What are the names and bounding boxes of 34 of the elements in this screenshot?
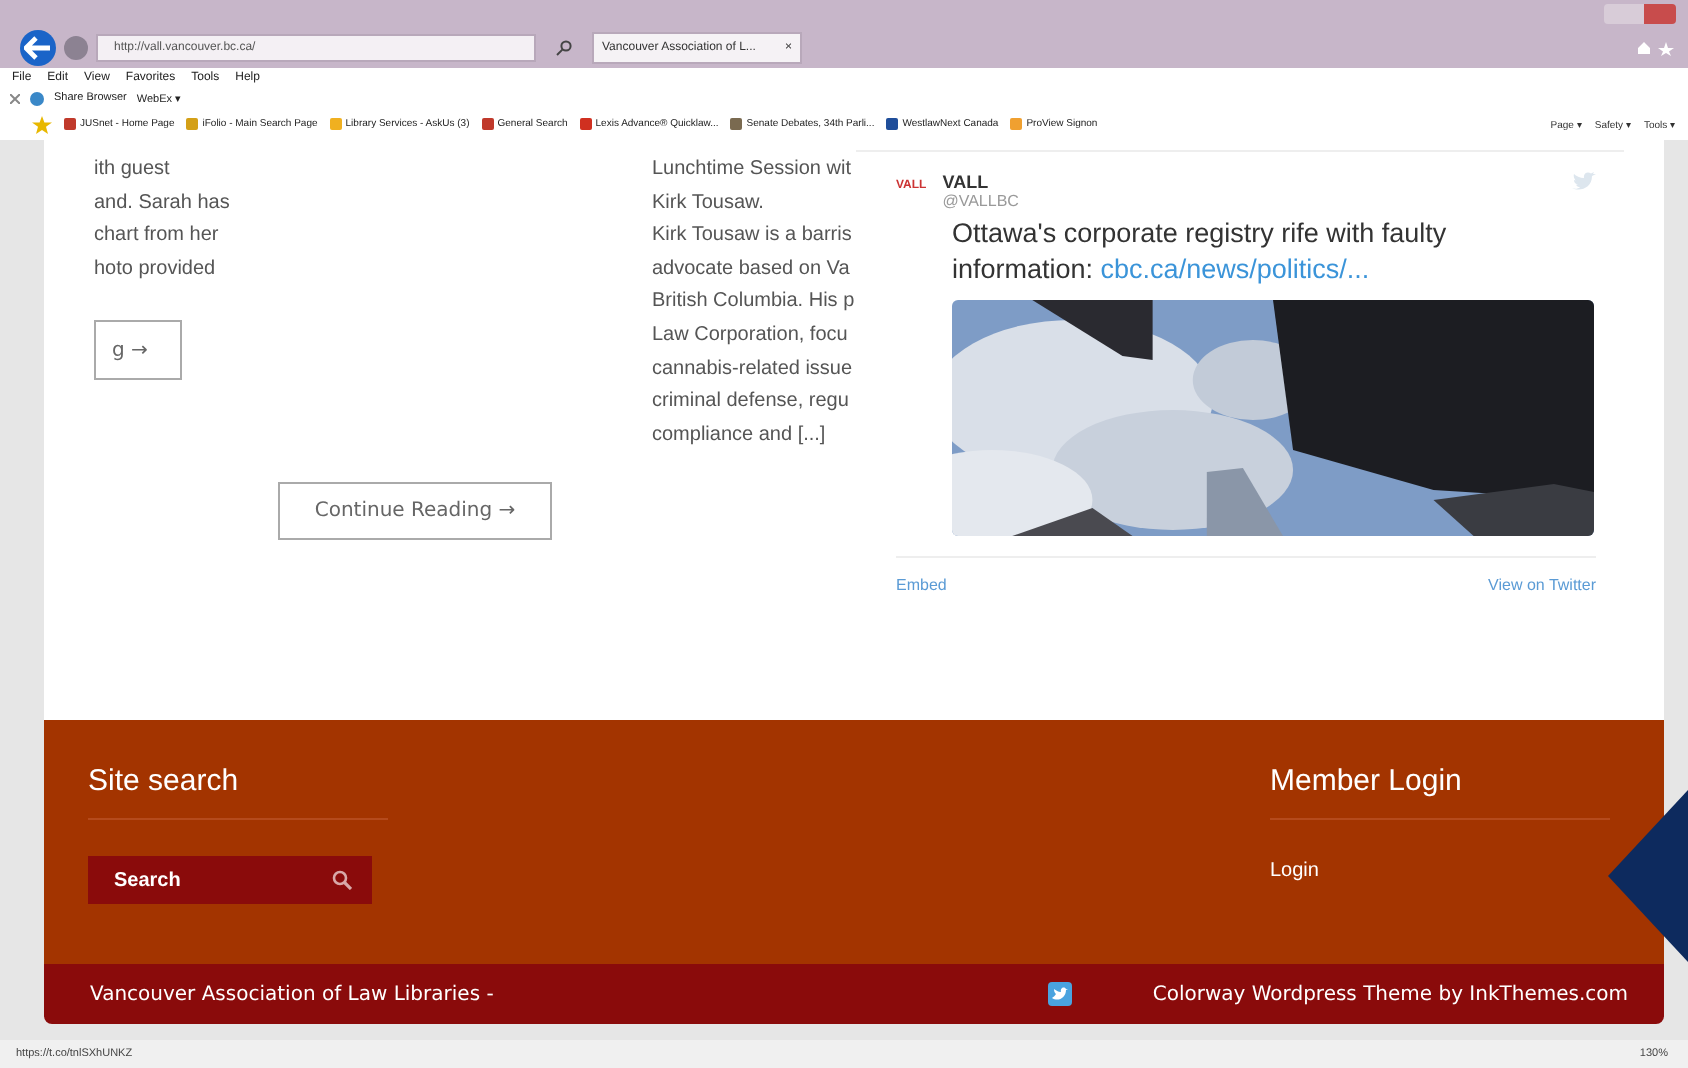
continue-reading-button[interactable]: Continue Reading → [278,482,552,541]
post-text: ith guest [94,156,172,184]
back-button[interactable] [20,30,56,66]
read-more-button[interactable]: g → [94,320,182,381]
post-text: British Columbia. His p [652,288,856,317]
forward-button[interactable] [64,36,88,60]
widget-title: Member Login [1270,720,1610,820]
account-name: VALL [942,172,991,192]
share-icon [30,91,44,105]
post-text: criminal defense, regu [652,388,851,417]
post-text: chart from her [94,222,221,251]
post-text: cannabis-related issue [652,355,855,384]
post-text: advocate based on Va [652,255,852,284]
theme-credit: Colorway Wordpress Theme by InkThemes.com [1152,983,1628,1005]
search-field[interactable]: Search [88,856,372,904]
post-text: Law Corporation, focu [652,321,850,350]
post-text: compliance and [...] [652,421,828,450]
star-icon[interactable] [32,115,52,133]
footer-credit: Vancouver Association of Law Libraries - [90,983,494,1005]
triangle-icon[interactable] [1608,790,1688,962]
close-icon[interactable] [10,93,20,103]
twitter-icon[interactable] [1048,982,1073,1006]
widget-title: Site search [88,720,388,820]
window-controls[interactable] [1604,4,1676,24]
post-text: hoto provided [94,255,218,284]
back-arrow-icon [24,36,52,60]
login-link[interactable]: Login [1270,860,1610,882]
search-icon [332,870,352,890]
post-text: Kirk Tousaw is a barris [652,222,854,251]
post-text: and. Sarah has [94,189,232,218]
post-text: Lunchtime Session wit [652,156,853,184]
post-text: Kirk Tousaw. [652,189,766,218]
tweet-text: Ottawa's corporate registry rife with faulty information: cbc.ca/news/politics/... [952,216,1449,288]
account-handle: @VALLBC [942,192,1021,210]
